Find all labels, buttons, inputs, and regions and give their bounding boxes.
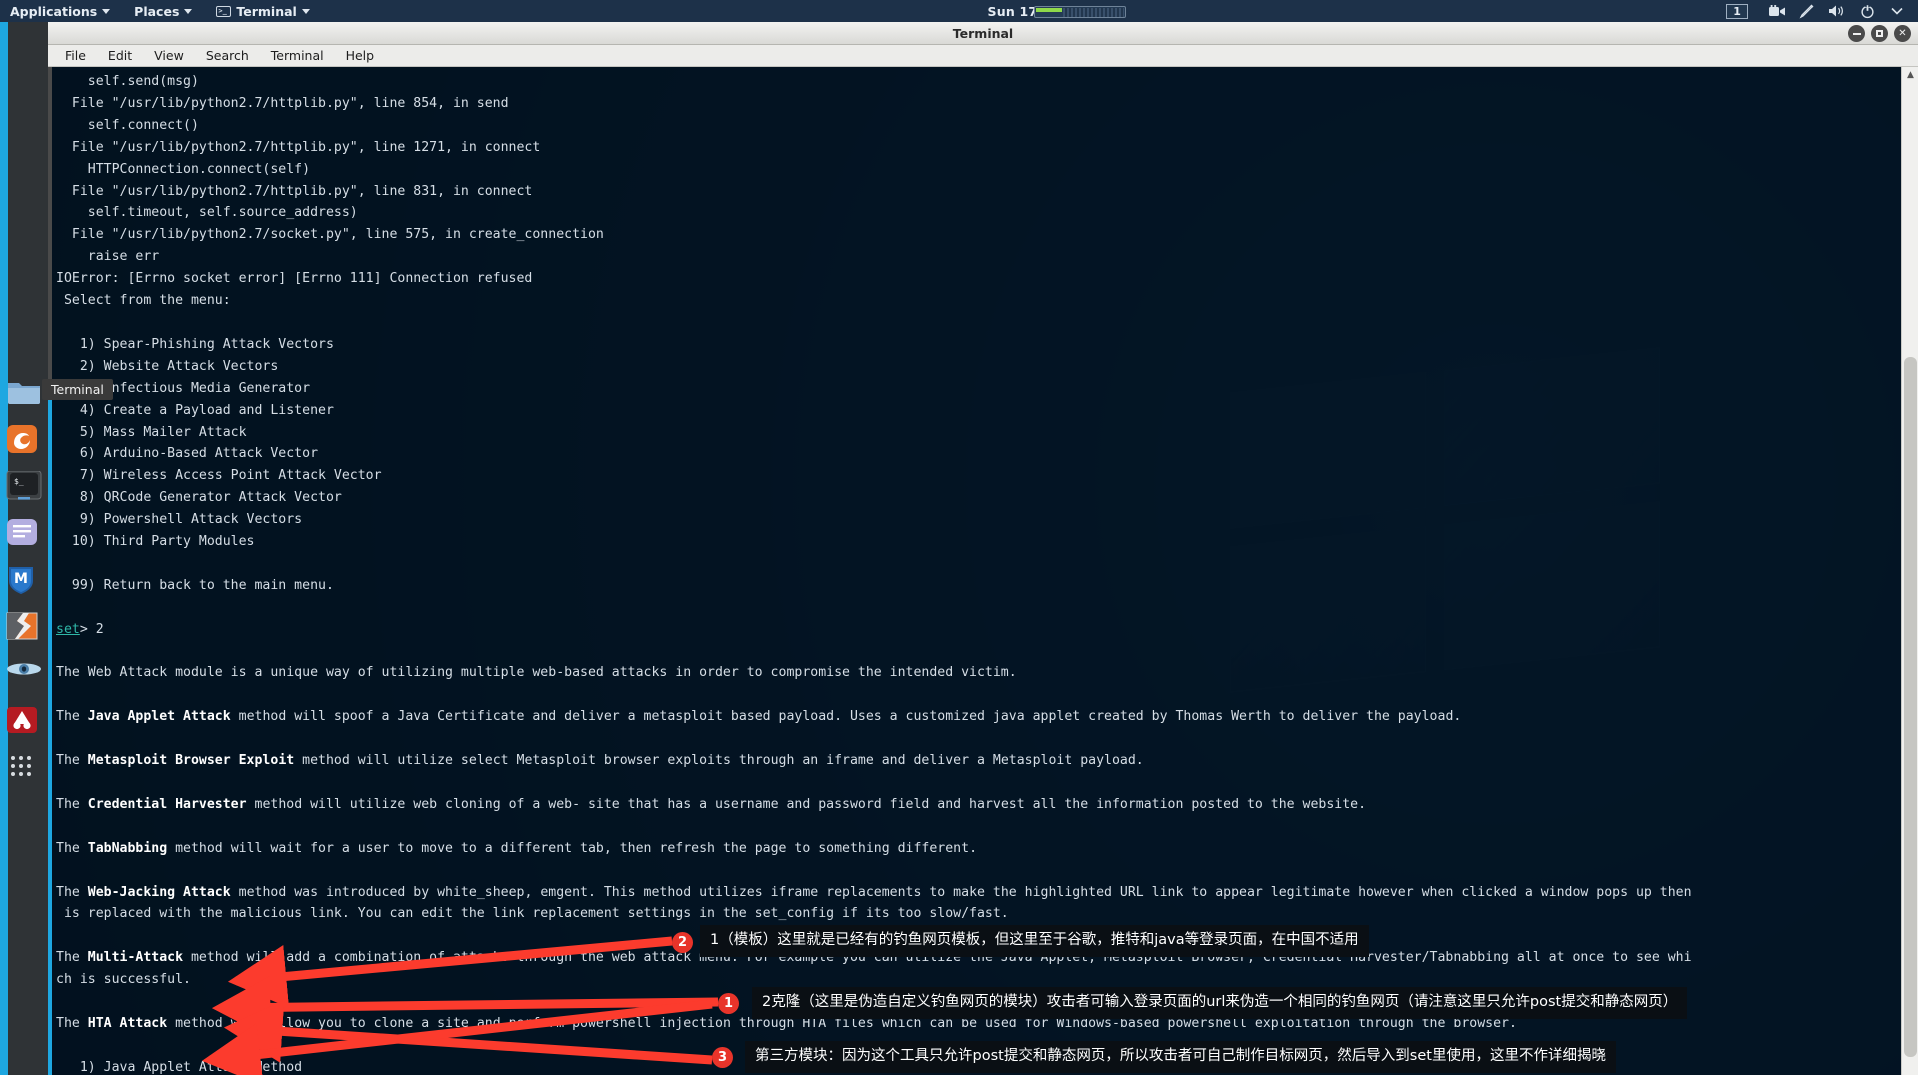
menu-places[interactable]: Places bbox=[122, 0, 204, 22]
chevron-down-icon bbox=[301, 8, 310, 14]
terminal-scrollbar[interactable]: ▲ bbox=[1901, 67, 1918, 1075]
terminal-output: self.send(msg) File "/usr/lib/python2.7/… bbox=[56, 74, 1692, 1075]
system-tray: 1 bbox=[1726, 0, 1918, 22]
window-controls: ✕ bbox=[1848, 25, 1911, 42]
files-icon[interactable] bbox=[6, 377, 42, 407]
power-icon[interactable] bbox=[1852, 0, 1882, 22]
menu-applications[interactable]: Applications bbox=[0, 0, 122, 22]
top-panel: Applications Places >_ Terminal Sun 17:2… bbox=[0, 0, 1918, 22]
maximize-button[interactable] bbox=[1871, 25, 1888, 42]
terminal-tooltip: Terminal bbox=[42, 379, 113, 400]
workspace-indicator[interactable]: 1 bbox=[1726, 3, 1749, 19]
terminal-icon[interactable]: $_ bbox=[6, 470, 42, 501]
volume-icon[interactable] bbox=[1822, 0, 1852, 22]
wireshark-icon[interactable] bbox=[6, 659, 42, 689]
chevron-down-icon bbox=[102, 8, 111, 14]
window-title: Terminal bbox=[952, 25, 1014, 41]
indicator-bar-icon bbox=[1033, 5, 1126, 18]
chevron-down-icon bbox=[184, 8, 193, 14]
svg-text:$_: $_ bbox=[14, 477, 24, 486]
menu-item-terminal[interactable]: Terminal bbox=[260, 48, 335, 63]
show-applications-icon[interactable] bbox=[6, 753, 42, 783]
minimize-button[interactable] bbox=[1848, 25, 1865, 42]
window-titlebar: Terminal ✕ bbox=[48, 22, 1918, 45]
svg-text:M: M bbox=[14, 571, 28, 587]
pen-tool-icon[interactable] bbox=[1792, 0, 1822, 22]
menu-item-search[interactable]: Search bbox=[195, 48, 260, 63]
menu-terminal-label: Terminal bbox=[236, 3, 297, 19]
screen: Applications Places >_ Terminal Sun 17:2… bbox=[0, 0, 1918, 1075]
menu-item-file[interactable]: File bbox=[54, 48, 97, 63]
close-button[interactable]: ✕ bbox=[1894, 25, 1911, 42]
window-menubar: File Edit View Search Terminal Help bbox=[48, 45, 1918, 67]
menu-item-help[interactable]: Help bbox=[335, 48, 386, 63]
application-dock: $_ M bbox=[0, 22, 48, 1075]
terminal-body[interactable]: self.send(msg) File "/usr/lib/python2.7/… bbox=[48, 67, 1918, 1075]
dock-accent-bar bbox=[0, 22, 8, 1075]
menu-terminal[interactable]: >_ Terminal bbox=[204, 0, 321, 22]
metasploit-icon[interactable]: M bbox=[6, 565, 42, 595]
terminal-window: Terminal ✕ File Edit View Search Termina… bbox=[48, 22, 1918, 1075]
beef-icon[interactable] bbox=[6, 706, 42, 736]
text-editor-icon[interactable] bbox=[6, 518, 42, 548]
menu-item-edit[interactable]: Edit bbox=[97, 48, 143, 63]
scroll-up-icon[interactable]: ▲ bbox=[1902, 67, 1918, 83]
menu-places-label: Places bbox=[134, 3, 180, 19]
clock[interactable]: Sun 17:24 bbox=[988, 4, 1126, 19]
burpsuite-icon[interactable] bbox=[6, 612, 42, 642]
menu-item-view[interactable]: View bbox=[143, 48, 195, 63]
menu-applications-label: Applications bbox=[10, 3, 98, 19]
scrollbar-thumb[interactable] bbox=[1904, 357, 1917, 1057]
chevron-down-icon[interactable] bbox=[1882, 0, 1912, 22]
firefox-icon[interactable] bbox=[6, 424, 42, 454]
terminal-mini-icon: >_ bbox=[216, 5, 232, 17]
screen-recorder-icon[interactable] bbox=[1762, 0, 1792, 22]
